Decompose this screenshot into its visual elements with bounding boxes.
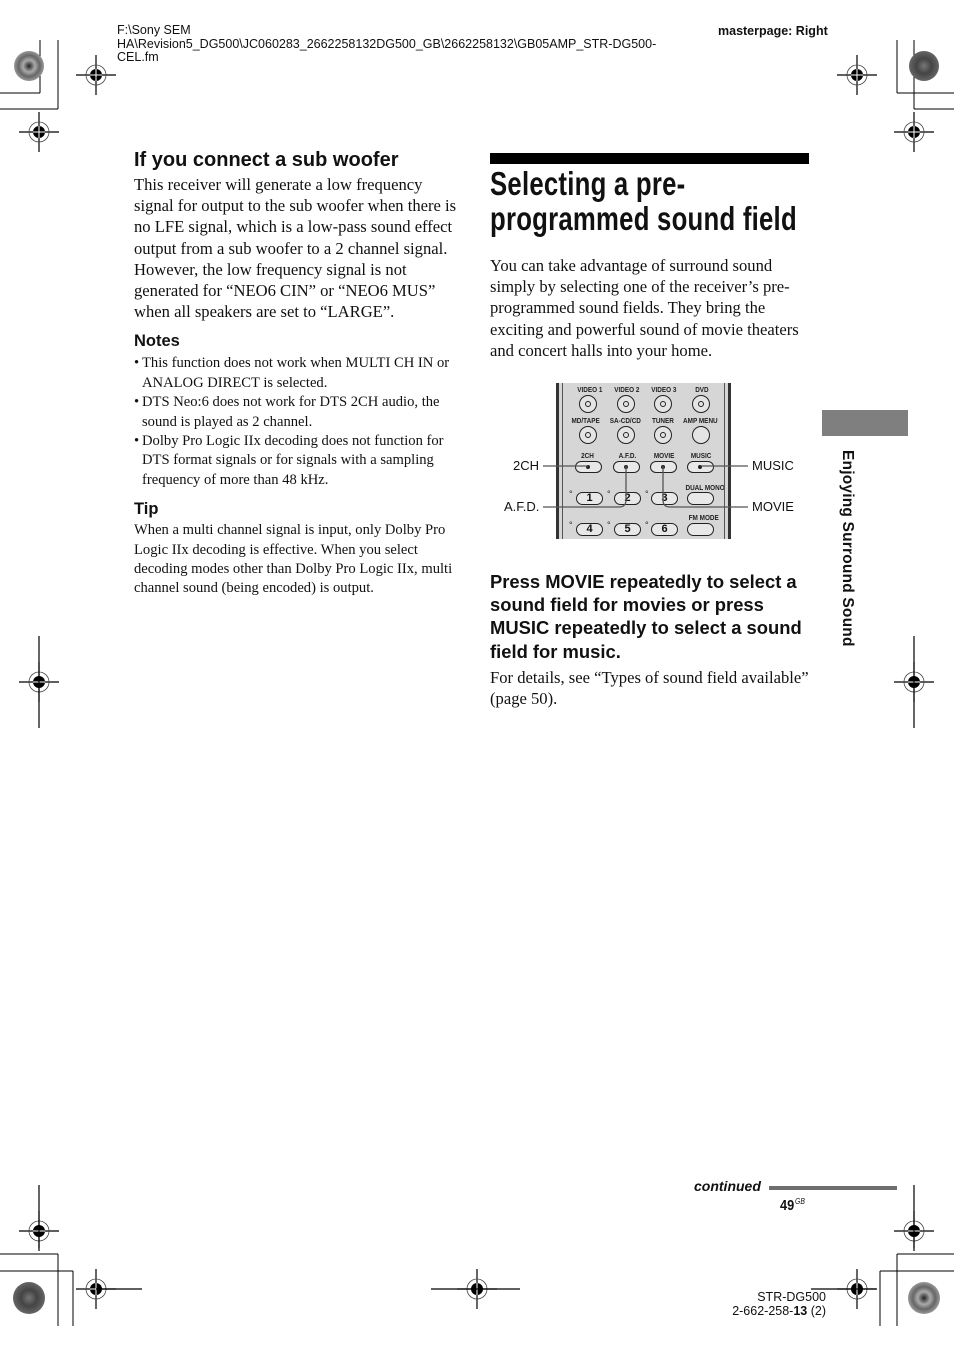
remote-label: AMP MENU bbox=[683, 416, 718, 425]
continued-rule bbox=[769, 1186, 897, 1190]
tip-heading: Tip bbox=[134, 500, 159, 519]
file-path-line: F:\Sony SEM bbox=[117, 23, 191, 37]
step-body: For details, see “Types of sound field a… bbox=[490, 668, 809, 709]
file-path-line: CEL.fm bbox=[117, 50, 159, 64]
note-item: DTS Neo:6 does not work for DTS 2CH audi… bbox=[134, 393, 459, 432]
degree-mark: ° bbox=[607, 489, 611, 499]
remote-label: TUNER bbox=[651, 416, 674, 425]
remote-label: SA-CD/CD bbox=[609, 416, 641, 425]
remote-label: MOVIE bbox=[653, 451, 675, 460]
registration-mark-icon bbox=[893, 111, 935, 153]
remote-label: A.F.D. bbox=[618, 451, 637, 460]
registration-mark-icon bbox=[836, 54, 878, 96]
remote-button-2ch bbox=[575, 461, 602, 473]
notes-list: This function does not work when MULTI C… bbox=[134, 354, 459, 490]
callout-afd: A.F.D. bbox=[504, 499, 540, 514]
degree-mark: ° bbox=[569, 520, 573, 530]
continued-label: continued bbox=[694, 1178, 761, 1194]
model-name: STR-DG500 bbox=[757, 1290, 826, 1304]
remote-button-number: 1 bbox=[576, 492, 603, 505]
remote-button-number: 4 bbox=[576, 523, 603, 536]
remote-button-amp-menu bbox=[692, 426, 710, 444]
remote-button-number: 3 bbox=[651, 492, 678, 505]
tip-body: When a multi channel signal is input, on… bbox=[134, 522, 453, 597]
remote-button-dual-mono bbox=[687, 492, 714, 505]
file-path: F:\Sony SEM HA\Revision5_DG500\JC060283_… bbox=[117, 23, 717, 65]
remote-button-fm-mode bbox=[687, 523, 714, 536]
part-number-revision: 13 bbox=[793, 1304, 808, 1318]
crop-mark-bottom-left bbox=[0, 1253, 74, 1326]
remote-button-video1 bbox=[579, 395, 597, 413]
remote-button-dvd bbox=[692, 395, 710, 413]
degree-mark: ° bbox=[569, 489, 573, 499]
note-item: Dolby Pro Logic IIx decoding does not fu… bbox=[134, 432, 459, 490]
page-number-value: 49 bbox=[780, 1197, 795, 1214]
page-title-line: Selecting a pre- bbox=[490, 165, 686, 202]
crop-mark-top-right bbox=[896, 40, 954, 110]
callout-2ch: 2CH bbox=[513, 458, 540, 473]
remote-button-movie bbox=[650, 461, 677, 473]
section-tab-marker bbox=[822, 410, 908, 436]
remote-label: 2CH bbox=[581, 451, 594, 460]
degree-mark: ° bbox=[645, 520, 649, 530]
page-title: Selecting a pre- programmed sound field bbox=[490, 166, 818, 236]
color-target-icon bbox=[908, 1282, 940, 1314]
masterpage-label: masterpage: Right bbox=[718, 24, 828, 38]
remote-label: VIDEO 2 bbox=[614, 385, 640, 394]
color-target-icon bbox=[909, 51, 939, 81]
title-rule bbox=[490, 153, 809, 164]
remote-button-md-tape bbox=[579, 426, 597, 444]
remote-label: MUSIC bbox=[690, 451, 712, 460]
registration-mark-icon bbox=[18, 111, 60, 153]
intro-paragraph: You can take advantage of surround sound… bbox=[490, 256, 799, 360]
crop-mark-top-left bbox=[0, 40, 59, 110]
remote-button-sa-cd bbox=[617, 426, 635, 444]
remote-button-video3 bbox=[654, 395, 672, 413]
file-path-line: HA\Revision5_DG500\JC060283_2662258132DG… bbox=[117, 36, 657, 51]
color-target-icon bbox=[13, 1282, 45, 1314]
crop-mark-bottom-right bbox=[879, 1253, 954, 1326]
degree-mark: ° bbox=[645, 489, 649, 499]
color-target-icon bbox=[14, 51, 44, 81]
remote-button-number: 2 bbox=[614, 492, 641, 505]
page-title-line: programmed sound field bbox=[490, 200, 797, 237]
remote-label: VIDEO 3 bbox=[651, 385, 677, 394]
remote-button-music bbox=[687, 461, 714, 473]
part-number-suffix: (2) bbox=[807, 1304, 826, 1318]
note-item: This function does not work when MULTI C… bbox=[134, 354, 459, 393]
registration-mark-icon bbox=[75, 54, 117, 96]
remote-label: DUAL MONO bbox=[685, 483, 725, 492]
remote-label: DVD bbox=[695, 385, 709, 394]
remote-button-afd bbox=[613, 461, 640, 473]
degree-mark: ° bbox=[607, 520, 611, 530]
part-number: 2-662-258-13 (2) bbox=[700, 1304, 826, 1318]
callout-movie: MOVIE bbox=[752, 499, 794, 514]
remote-control-illustration: VIDEO 1 VIDEO 2 VIDEO 3 DVD MD/TAPE SA-C… bbox=[556, 383, 731, 539]
page-number-suffix: GB bbox=[795, 1197, 805, 1206]
remote-label: MD/TAPE bbox=[571, 416, 600, 425]
remote-label: VIDEO 1 bbox=[577, 385, 603, 394]
left-column: If you connect a sub woofer This receive… bbox=[134, 149, 459, 599]
notes-heading: Notes bbox=[134, 332, 180, 351]
step-heading: Press MOVIE repeatedly to select a sound… bbox=[490, 571, 802, 662]
remote-button-video2 bbox=[617, 395, 635, 413]
model-code: STR-DG500 2-662-258-13 (2) bbox=[700, 1290, 826, 1318]
remote-button-number: 6 bbox=[651, 523, 678, 536]
remote-button-number: 5 bbox=[614, 523, 641, 536]
section-heading: If you connect a sub woofer bbox=[134, 149, 399, 171]
page-number: 49GB bbox=[780, 1197, 805, 1214]
remote-button-tuner bbox=[654, 426, 672, 444]
callout-music: MUSIC bbox=[752, 458, 794, 473]
section-body: This receiver will generate a low freque… bbox=[134, 175, 457, 322]
remote-label: FM MODE bbox=[688, 513, 719, 522]
section-tab-label: Enjoying Surround Sound bbox=[839, 450, 856, 647]
part-number-prefix: 2-662-258- bbox=[732, 1304, 794, 1318]
